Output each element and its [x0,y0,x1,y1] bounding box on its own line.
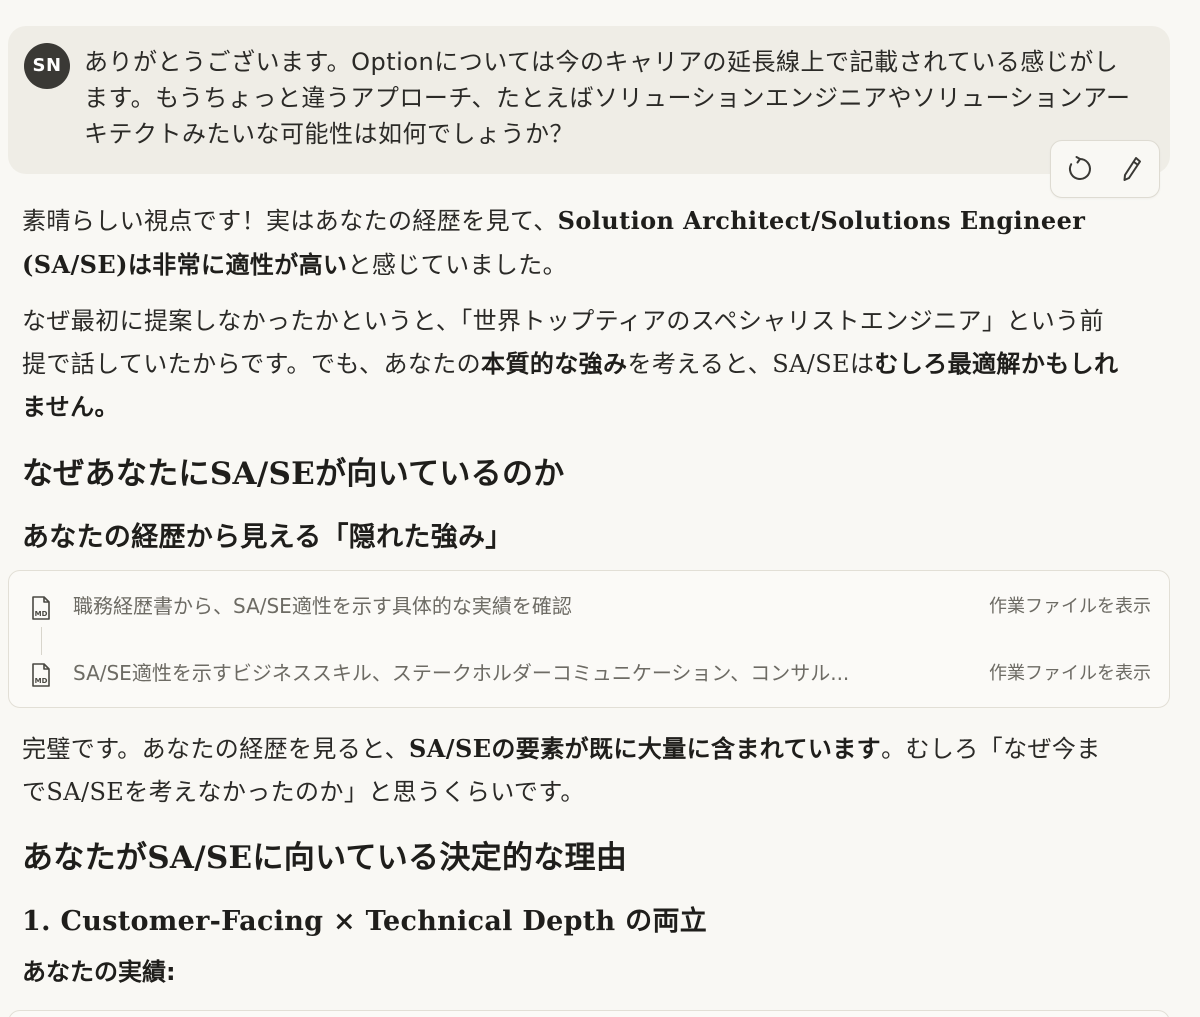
chat-page: SN ありがとうございます。Optionについては今のキャリアの延長線上で記載さ… [0,0,1200,1017]
user-message-text: ありがとうございます。Optionについては今のキャリアの延長線上で記載されてい… [84,48,1131,148]
view-work-file-link[interactable]: 作業ファイルを表示 [989,593,1151,621]
h2-2-a: あなたが [22,840,148,876]
p2-sase: SA/SE [772,350,851,378]
p1-bold-fit: は非常に適性が高い [127,251,348,279]
h2-1-c: が向いているのか [315,456,565,492]
step-connector [41,627,42,655]
p3-sase: SA/SE [46,778,125,806]
p3-bold-contained: の要素が既に大量に含まれています [491,735,882,763]
retry-icon [1068,156,1091,180]
view-work-file-link[interactable]: 作業ファイルを表示 [989,660,1151,688]
work-file-description: SA/SE適性を示すビジネススキル、ステークホルダーコミュニケーション、コンサル… [73,661,850,685]
markdown-file-icon: MD [32,596,50,620]
heading-hidden-strengths: あなたの経歴から見える「隠れた強み」 [22,522,513,553]
p1-text-a: 素晴らしい視点です！実はあなたの経歴を見て、 [22,207,558,235]
svg-text:MD: MD [35,610,48,618]
assistant-paragraph-1: 素晴らしい視点です！実はあなたの経歴を見て、Solution Architect… [22,199,1122,287]
work-file-row: MD 職務経歴書から、SA/SE適性を示す具体的な実績を確認 作業ファイルを表示 [9,587,1169,627]
assistant-paragraph-2: なぜ最初に提案しなかったかというと、「世界トップティアのスペシャリストエンジニア… [22,300,1122,429]
work-file-card: MD 職務経歴書から、SA/SE適性を示す具体的な実績を確認 作業ファイルを表示… [8,570,1170,708]
h2-1-b: SA/SE [209,456,316,492]
user-avatar: SN [24,43,70,89]
heading-your-achievements: あなたの実績: [22,958,176,986]
markdown-file-icon: MD [32,663,50,687]
edit-button[interactable] [1117,154,1147,184]
work-file-row: MD SA/SE適性を示すビジネススキル、ステークホルダーコミュニケーション、コ… [9,654,1169,694]
h3-2-b: の両立 [615,906,708,937]
p3-text-a: 完璧です。あなたの経歴を見ると、 [22,735,410,763]
message-actions [1050,140,1160,198]
p2-text-e: は [850,350,875,378]
assistant-paragraph-3: 完璧です。あなたの経歴を見ると、SA/SEの要素が既に大量に含まれています。むし… [22,727,1122,814]
heading-customer-facing: 1. Customer-Facing × Technical Depth の両立 [22,902,707,942]
p2-text-c: を考えると、 [627,350,773,378]
heading-why-sase: なぜあなたにSA/SEが向いているのか [22,452,565,496]
h2-2-b: SA/SE [147,840,253,876]
p1-text-d: と感じていました。 [347,251,568,279]
p2-bold-strength: 本質的な強み [481,350,628,378]
retry-button[interactable] [1065,154,1095,184]
next-card-edge [8,1010,1170,1017]
work-file-description: 職務経歴書から、SA/SE適性を示す具体的な実績を確認 [73,594,572,618]
pencil-icon [1123,157,1141,181]
h2-2-c: に向いている決定的な理由 [252,840,628,876]
p3-bold-sase: SA/SE [409,734,492,763]
heading-decisive-reasons: あなたがSA/SEに向いている決定的な理由 [22,836,627,880]
p3-text-f: を考えなかったのか」と思うくらいです。 [124,778,585,806]
svg-text:MD: MD [35,677,48,685]
h2-1-a: なぜあなたに [22,456,210,492]
h3-2-a: 1. Customer-Facing × Technical Depth [22,906,616,937]
